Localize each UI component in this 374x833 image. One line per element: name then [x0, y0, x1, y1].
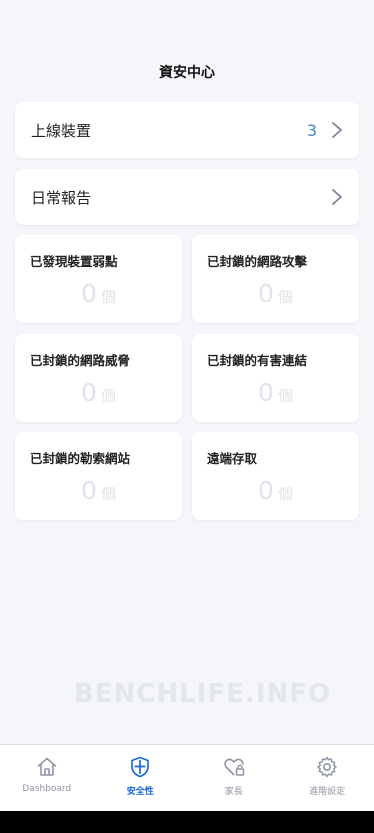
stat-unit: 個 — [277, 288, 293, 306]
stat-unit: 個 — [100, 485, 116, 503]
app-screen: 資安中心 上線裝置 3 日常報告 已發現裝置弱點 0個 已封鎖的網路攻擊 0個 … — [0, 0, 374, 833]
stat-value: 0個 — [192, 476, 359, 505]
stat-number: 0 — [81, 476, 97, 505]
tab-security[interactable]: 安全性 — [94, 745, 188, 811]
stat-label: 遠端存取 — [207, 451, 258, 466]
stat-value: 0個 — [15, 279, 182, 308]
gear-icon — [317, 756, 337, 778]
tab-dashboard[interactable]: Dashboard — [0, 745, 94, 811]
tab-label: 家長 — [224, 787, 243, 797]
heart-lock-icon — [224, 758, 244, 776]
stat-unit: 個 — [100, 288, 116, 306]
daily-report-label: 日常報告 — [31, 188, 92, 207]
stat-card-blocked-threats[interactable]: 已封鎖的網路威脅 0個 — [15, 334, 182, 422]
chevron-right-icon — [332, 189, 342, 205]
stat-label: 已封鎖的網路攻擊 — [207, 254, 308, 269]
stat-unit: 個 — [277, 485, 293, 503]
daily-report-row[interactable]: 日常報告 — [15, 169, 359, 225]
page-title: 資安中心 — [159, 65, 215, 81]
tab-advanced-settings[interactable]: 進階設定 — [281, 745, 374, 811]
stat-card-blocked-links[interactable]: 已封鎖的有害連結 0個 — [192, 334, 359, 422]
stat-value: 0個 — [192, 279, 359, 308]
tab-label: Dashboard — [22, 784, 72, 794]
stat-number: 0 — [258, 279, 274, 308]
stat-label: 已發現裝置弱點 — [30, 254, 118, 269]
online-devices-label: 上線裝置 — [31, 121, 92, 140]
chevron-right-icon — [332, 122, 342, 138]
stat-unit: 個 — [277, 387, 293, 405]
stat-number: 0 — [81, 378, 97, 407]
tab-parental[interactable]: 家長 — [187, 745, 281, 811]
stat-value: 0個 — [192, 378, 359, 407]
stat-label: 已封鎖的網路威脅 — [30, 353, 131, 368]
system-navigation-bar — [0, 811, 374, 833]
online-devices-count: 3 — [306, 120, 317, 140]
stat-label: 已封鎖的勒索網站 — [30, 451, 131, 466]
shield-icon — [131, 756, 150, 778]
stat-unit: 個 — [100, 387, 116, 405]
watermark: BENCHLIFE.INFO — [66, 676, 330, 712]
tab-label: 進階設定 — [309, 787, 346, 797]
stat-label: 已封鎖的有害連結 — [207, 353, 308, 368]
online-devices-row[interactable]: 上線裝置 3 — [15, 102, 359, 158]
stat-number: 0 — [258, 476, 274, 505]
stat-number: 0 — [258, 378, 274, 407]
tab-label: 安全性 — [126, 787, 154, 797]
stat-card-blocked-ransomware[interactable]: 已封鎖的勒索網站 0個 — [15, 432, 182, 520]
stat-card-vulnerabilities[interactable]: 已發現裝置弱點 0個 — [15, 235, 182, 323]
bottom-tab-bar: Dashboard 安全性 家長 進階設定 — [0, 744, 374, 811]
watermark-text: BENCHLIFE.INFO — [74, 679, 332, 709]
stat-value: 0個 — [15, 378, 182, 407]
stat-number: 0 — [81, 279, 97, 308]
stat-card-remote-access[interactable]: 遠端存取 0個 — [192, 432, 359, 520]
stat-value: 0個 — [15, 476, 182, 505]
home-icon — [37, 757, 57, 776]
stat-card-blocked-attacks[interactable]: 已封鎖的網路攻擊 0個 — [192, 235, 359, 323]
